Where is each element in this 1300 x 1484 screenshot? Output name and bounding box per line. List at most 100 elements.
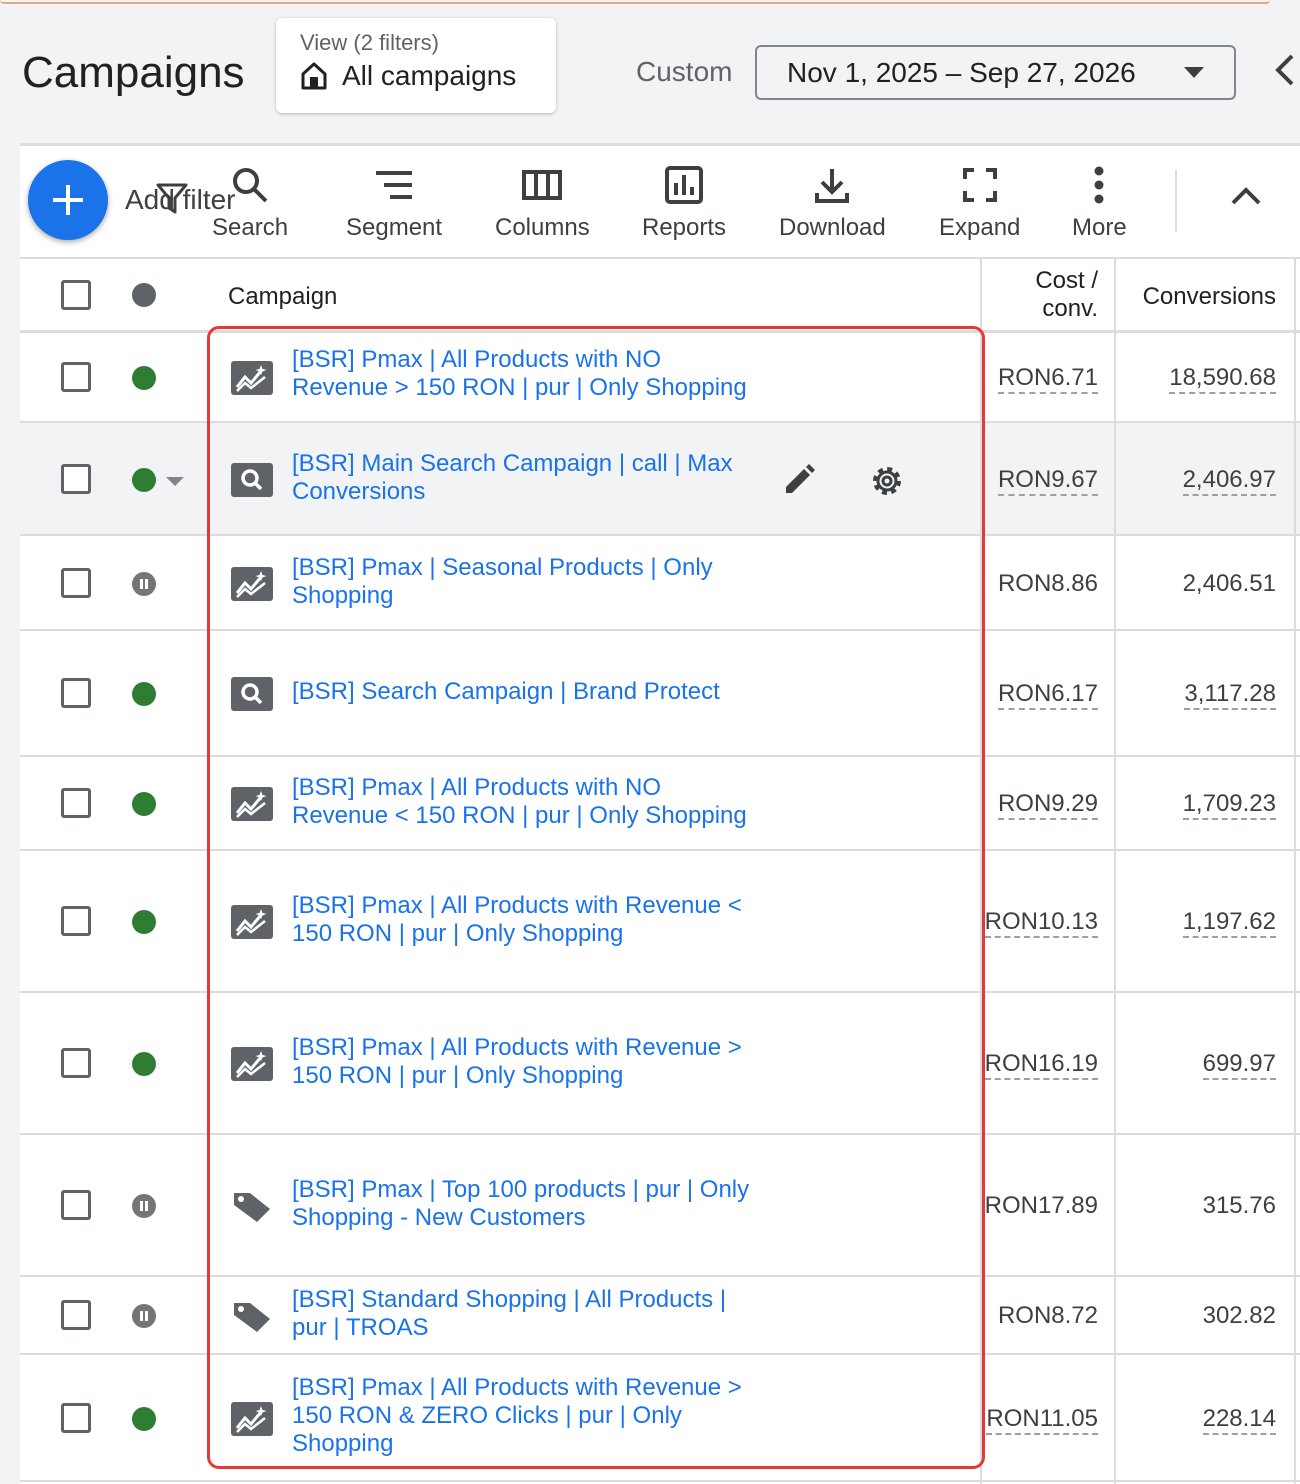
conversions-value: 1,197.62 xyxy=(1182,908,1276,938)
status-enabled-icon[interactable] xyxy=(132,1406,156,1431)
home-icon xyxy=(301,62,327,90)
expand-tool[interactable]: Expand xyxy=(939,162,1020,242)
status-paused-icon[interactable] xyxy=(132,571,156,596)
page-header: Campaigns View (2 filters) All campaigns… xyxy=(0,0,1300,140)
view-selector[interactable]: View (2 filters) All campaigns xyxy=(276,18,556,113)
table-header xyxy=(20,259,1300,333)
column-separator xyxy=(1294,259,1296,1484)
edit-pencil-icon[interactable] xyxy=(782,463,816,502)
fullscreen-icon xyxy=(962,168,997,202)
date-range-picker[interactable]: Nov 1, 2025 – Sep 27, 2026 xyxy=(755,45,1236,100)
status-column-header[interactable] xyxy=(132,283,156,307)
more-vert-icon xyxy=(1094,166,1104,204)
campaign-name-link[interactable]: [BSR] Pmax | All Products with Revenue <… xyxy=(292,892,762,948)
pmax-icon xyxy=(231,566,273,601)
search-icon xyxy=(231,462,273,497)
cost-per-conversion-value: RON9.29 xyxy=(997,790,1098,820)
cost-per-conversion-cell: RON17.89 xyxy=(984,1192,1098,1220)
status-dropdown-icon[interactable] xyxy=(166,476,184,486)
row-checkbox[interactable] xyxy=(61,788,91,818)
status-enabled-icon[interactable] xyxy=(132,366,156,390)
chevron-up-icon[interactable] xyxy=(1230,186,1262,206)
download-tool[interactable]: Download xyxy=(779,162,886,242)
campaign-name-link[interactable]: [BSR] Pmax | All Products with Revenue >… xyxy=(292,1374,762,1458)
row-checkbox[interactable] xyxy=(61,567,91,598)
campaign-name-link[interactable]: [BSR] Pmax | All Products with NO Revenu… xyxy=(292,346,762,402)
row-checkbox[interactable] xyxy=(61,463,91,494)
view-name: All campaigns xyxy=(342,60,517,91)
conversions-cell: 18,590.68 xyxy=(1118,364,1276,394)
pmax-icon xyxy=(231,1401,273,1436)
conversions-cell: 302.82 xyxy=(1118,1302,1276,1330)
columns-tool[interactable]: Columns xyxy=(495,162,590,242)
cost-per-conversion-value: RON9.67 xyxy=(997,465,1098,496)
status-enabled-icon[interactable] xyxy=(132,467,156,492)
row-checkbox[interactable] xyxy=(61,1190,91,1220)
cost-per-conversion-value: RON17.89 xyxy=(984,1192,1098,1219)
status-enabled-icon[interactable] xyxy=(132,682,156,706)
conversions-cell: 699.97 xyxy=(1118,1050,1276,1080)
campaign-name-link[interactable]: [BSR] Pmax | All Products with NO Revenu… xyxy=(292,774,762,830)
row-checkbox[interactable] xyxy=(61,906,91,936)
reports-tool[interactable]: Reports xyxy=(642,162,726,242)
row-checkbox[interactable] xyxy=(61,678,91,708)
conversions-cell: 2,406.97 xyxy=(1118,465,1276,496)
campaign-name-link[interactable]: [BSR] Pmax | Seasonal Products | Only Sh… xyxy=(292,554,762,610)
view-filter-count: View (2 filters) xyxy=(300,30,439,55)
segment-icon xyxy=(376,171,413,199)
conversions-value: 302.82 xyxy=(1202,1302,1276,1329)
cost-per-conversion-value: RON8.86 xyxy=(997,569,1098,597)
cost-per-conversion-cell: RON10.13 xyxy=(984,908,1098,938)
cost-per-conv-column-header[interactable]: Cost / conv. xyxy=(990,267,1098,323)
cost-per-conv-header-line2: conv. xyxy=(1042,295,1098,322)
segment-tool[interactable]: Segment xyxy=(346,162,442,242)
search-icon xyxy=(233,168,268,203)
column-separator xyxy=(980,259,982,1484)
campaign-name-link[interactable]: [BSR] Standard Shopping | All Products |… xyxy=(292,1286,762,1342)
status-enabled-icon[interactable] xyxy=(132,910,156,934)
row-checkbox[interactable] xyxy=(61,1402,91,1433)
conversions-column-header[interactable]: Conversions xyxy=(1118,283,1276,311)
search-tool[interactable]: Search xyxy=(212,162,288,242)
status-paused-icon[interactable] xyxy=(132,1194,156,1218)
cost-per-conversion-cell: RON9.29 xyxy=(984,790,1098,820)
add-campaign-button[interactable] xyxy=(28,160,108,240)
status-enabled-icon[interactable] xyxy=(132,1052,156,1076)
conversions-value: 2,406.97 xyxy=(1182,465,1276,496)
columns-icon xyxy=(522,170,563,200)
conversions-cell: 2,406.51 xyxy=(1118,570,1276,598)
campaign-column-header[interactable]: Campaign xyxy=(228,283,337,311)
campaign-name-link[interactable]: [BSR] Pmax | Top 100 products | pur | On… xyxy=(292,1176,762,1232)
conversions-value: 2,406.51 xyxy=(1182,569,1276,597)
status-paused-icon[interactable] xyxy=(132,1304,156,1328)
conversions-cell: 1,197.62 xyxy=(1118,908,1276,938)
pmax-icon xyxy=(231,1047,273,1081)
select-all-checkbox[interactable] xyxy=(61,280,91,310)
chevron-left-icon[interactable] xyxy=(1270,52,1300,88)
cost-per-conversion-cell: RON8.72 xyxy=(984,1302,1098,1330)
settings-gear-icon[interactable] xyxy=(868,462,906,505)
row-checkbox[interactable] xyxy=(61,362,91,392)
status-enabled-icon[interactable] xyxy=(132,792,156,816)
conversions-cell: 1,709.23 xyxy=(1118,790,1276,820)
shopping-tag-icon xyxy=(231,1299,273,1333)
campaign-name-link[interactable]: [BSR] Search Campaign | Brand Protect xyxy=(292,678,762,706)
conversions-value: 699.97 xyxy=(1202,1050,1276,1080)
cost-per-conversion-value: RON6.17 xyxy=(997,680,1098,710)
campaign-name-link[interactable]: [BSR] Main Search Campaign | call | Max … xyxy=(292,450,762,506)
shopping-tag-icon xyxy=(231,1189,273,1223)
row-checkbox[interactable] xyxy=(61,1300,91,1330)
column-separator xyxy=(1114,259,1116,1484)
conversions-value: 18,590.68 xyxy=(1169,364,1276,394)
more-tool[interactable]: More xyxy=(1072,162,1127,242)
cost-per-conversion-value: RON6.71 xyxy=(997,364,1098,394)
cost-per-conversion-value: RON8.72 xyxy=(997,1302,1098,1329)
campaign-name-link[interactable]: [BSR] Pmax | All Products with Revenue >… xyxy=(292,1034,762,1090)
range-type-label: Custom xyxy=(636,56,733,87)
row-checkbox[interactable] xyxy=(61,1048,91,1078)
download-icon xyxy=(815,169,850,203)
cost-per-conversion-value: RON16.19 xyxy=(984,1050,1098,1080)
conversions-value: 1,709.23 xyxy=(1182,790,1276,820)
segment-label: Segment xyxy=(346,214,443,241)
conversions-cell: 3,117.28 xyxy=(1118,680,1276,710)
